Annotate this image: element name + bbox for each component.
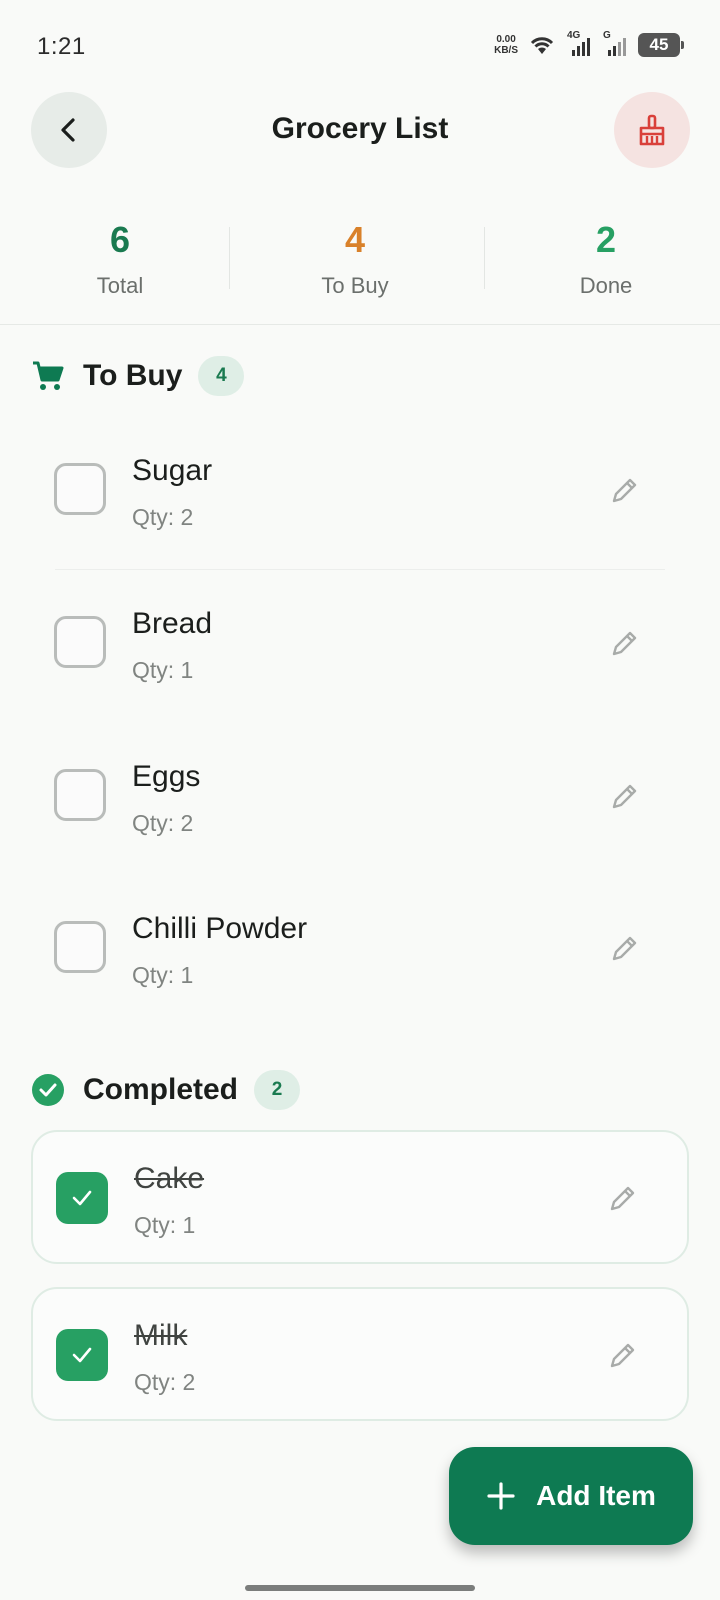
- item-checkbox[interactable]: [54, 769, 106, 821]
- clear-list-button[interactable]: [614, 92, 690, 168]
- net-speed-value: 0.00: [496, 34, 516, 45]
- signal-4g-icon: 4G: [566, 30, 592, 58]
- battery-level: 45: [649, 35, 669, 54]
- list-item: Bread Qty: 1: [31, 571, 689, 723]
- to-buy-section-title: To Buy: [83, 359, 183, 392]
- item-qty: Qty: 1: [132, 962, 194, 988]
- item-qty: Qty: 1: [134, 1212, 196, 1238]
- battery-icon: 45: [638, 33, 684, 57]
- completed-section-header: Completed 2: [31, 1070, 301, 1110]
- stat-divider: [229, 227, 230, 289]
- check-circle-icon: [32, 1074, 64, 1106]
- plus-icon: [487, 1482, 515, 1510]
- stat-total-value: 6: [109, 219, 131, 260]
- signal-g-label: G: [603, 30, 611, 41]
- add-item-button[interactable]: Add Item: [449, 1447, 693, 1545]
- signal-g-icon: G: [602, 30, 628, 58]
- list-item: Eggs Qty: 2: [31, 724, 689, 876]
- header: Grocery List: [0, 92, 720, 170]
- item-name: Milk: [134, 1319, 188, 1352]
- completed-count-badge: 2: [254, 1070, 301, 1110]
- pencil-icon: [612, 478, 637, 503]
- stat-done: 2 Done: [486, 215, 720, 299]
- stat-total: 6 Total: [0, 215, 240, 299]
- status-bar: 1:21 0.00 KB/S 4G G 45: [0, 0, 720, 90]
- pencil-icon: [612, 784, 637, 809]
- row-divider: [55, 569, 665, 570]
- stat-total-label: Total: [96, 273, 144, 298]
- completed-item-card: Milk Qty: 2: [31, 1287, 689, 1421]
- item-name: Bread: [132, 607, 213, 640]
- edit-button[interactable]: [605, 928, 645, 968]
- item-checkbox[interactable]: [54, 463, 106, 515]
- add-item-label: Add Item: [536, 1480, 656, 1511]
- list-item: Sugar Qty: 2: [31, 418, 689, 570]
- edit-button[interactable]: [605, 776, 645, 816]
- stat-done-value: 2: [595, 219, 617, 260]
- stat-divider: [484, 227, 485, 289]
- checkmark-icon: [72, 1190, 92, 1206]
- item-qty: Qty: 2: [132, 504, 194, 530]
- completed-section-title: Completed: [83, 1073, 239, 1106]
- checkmark-icon: [72, 1347, 92, 1363]
- stat-done-label: Done: [579, 273, 633, 298]
- item-name: Sugar: [132, 454, 213, 487]
- item-name: Cake: [134, 1162, 205, 1195]
- pencil-icon: [610, 1186, 635, 1211]
- list-item: Chilli Powder Qty: 1: [31, 876, 689, 1028]
- status-icons: 0.00 KB/S 4G G 45: [494, 30, 684, 58]
- edit-button[interactable]: [603, 1178, 643, 1218]
- edit-button[interactable]: [605, 623, 645, 663]
- stats-summary: 6 Total 4 To Buy 2 Done: [0, 215, 720, 325]
- page-title: Grocery List: [271, 112, 449, 145]
- item-qty: Qty: 2: [132, 810, 194, 836]
- completed-item-card: Cake Qty: 1: [31, 1130, 689, 1264]
- to-buy-count-badge: 4: [198, 356, 245, 396]
- to-buy-section-header: To Buy 4: [31, 356, 245, 396]
- broom-icon: [639, 114, 665, 146]
- cart-icon: [33, 361, 64, 390]
- pencil-icon: [612, 631, 637, 656]
- signal-4g-label: 4G: [567, 30, 581, 41]
- pencil-icon: [610, 1343, 635, 1368]
- item-name: Chilli Powder: [132, 912, 308, 945]
- stat-to-buy-value: 4: [344, 219, 366, 260]
- item-name: Eggs: [132, 760, 201, 793]
- wifi-icon: [530, 37, 554, 54]
- item-checkbox-checked[interactable]: [56, 1172, 108, 1224]
- net-speed-unit: KB/S: [494, 45, 518, 56]
- stat-to-buy: 4 To Buy: [235, 215, 475, 299]
- stat-to-buy-label: To Buy: [321, 273, 389, 298]
- item-qty: Qty: 1: [132, 657, 194, 683]
- item-qty: Qty: 2: [134, 1369, 196, 1395]
- item-checkbox[interactable]: [54, 616, 106, 668]
- home-indicator[interactable]: [245, 1585, 475, 1591]
- edit-button[interactable]: [603, 1335, 643, 1375]
- item-checkbox-checked[interactable]: [56, 1329, 108, 1381]
- network-speed: 0.00 KB/S: [494, 34, 518, 56]
- edit-button[interactable]: [605, 470, 645, 510]
- status-time: 1:21: [37, 33, 86, 60]
- item-checkbox[interactable]: [54, 921, 106, 973]
- pencil-icon: [612, 936, 637, 961]
